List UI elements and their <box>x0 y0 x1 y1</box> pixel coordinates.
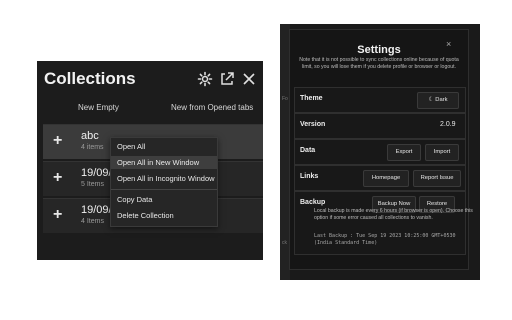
export-button[interactable]: Export <box>387 144 421 161</box>
settings-gear-icon[interactable] <box>197 71 213 87</box>
data-row: Data Export Import <box>294 139 466 165</box>
add-icon[interactable]: + <box>53 169 62 187</box>
backdrop-glyph: Fo <box>282 96 288 102</box>
collection-name: abc <box>81 130 99 142</box>
last-backup-text: Last Backup : Tue Sep 19 2023 10:25:00 G… <box>314 233 456 246</box>
context-menu: Open All Open All in New Window Open All… <box>110 137 218 227</box>
close-icon[interactable] <box>241 71 257 87</box>
links-row: Links Homepage Report Issue <box>294 165 466 191</box>
theme-label: Theme <box>300 95 323 102</box>
close-icon[interactable]: × <box>446 39 451 49</box>
open-external-icon[interactable] <box>219 71 235 87</box>
menu-open-new-window[interactable]: Open All in New Window <box>111 156 217 169</box>
theme-value: Dark <box>435 97 448 103</box>
version-value: 2.0.9 <box>440 121 456 128</box>
menu-delete-collection[interactable]: Delete Collection <box>111 209 217 222</box>
collection-actions: New Empty New from Opened tabs <box>37 99 263 119</box>
new-from-tabs-button[interactable]: New from Opened tabs <box>171 103 253 112</box>
menu-copy-data[interactable]: Copy Data <box>111 193 217 206</box>
data-label: Data <box>300 147 316 154</box>
add-icon[interactable]: + <box>53 206 62 224</box>
new-empty-button[interactable]: New Empty <box>78 103 119 112</box>
menu-open-incognito[interactable]: Open All in Incognito Window <box>111 172 217 185</box>
backup-note: Local backup is made every 6 hours (if b… <box>314 208 473 221</box>
theme-toggle-button[interactable]: ☾ Dark <box>417 92 459 109</box>
backdrop-glyph: ck <box>282 240 287 246</box>
theme-row: Theme ☾ Dark <box>294 87 466 113</box>
moon-icon: ☾ <box>428 97 434 103</box>
menu-separator <box>111 189 217 190</box>
report-issue-button[interactable]: Report Issue <box>413 170 461 187</box>
version-label: Version <box>300 121 326 128</box>
links-label: Links <box>300 173 319 180</box>
add-icon[interactable]: + <box>53 132 62 150</box>
collection-count: 5 Items <box>81 181 104 188</box>
collection-count: 4 Items <box>81 218 104 225</box>
menu-open-all[interactable]: Open All <box>111 140 217 153</box>
version-row: Version 2.0.9 <box>294 113 466 139</box>
collection-count: 4 items <box>81 144 104 151</box>
homepage-button[interactable]: Homepage <box>363 170 409 187</box>
backup-label: Backup <box>300 199 326 206</box>
settings-title: Settings <box>357 44 401 56</box>
sync-note: Note that it is not possible to sync col… <box>299 57 459 70</box>
collections-title: Collections <box>44 69 136 88</box>
import-button[interactable]: Import <box>425 144 459 161</box>
